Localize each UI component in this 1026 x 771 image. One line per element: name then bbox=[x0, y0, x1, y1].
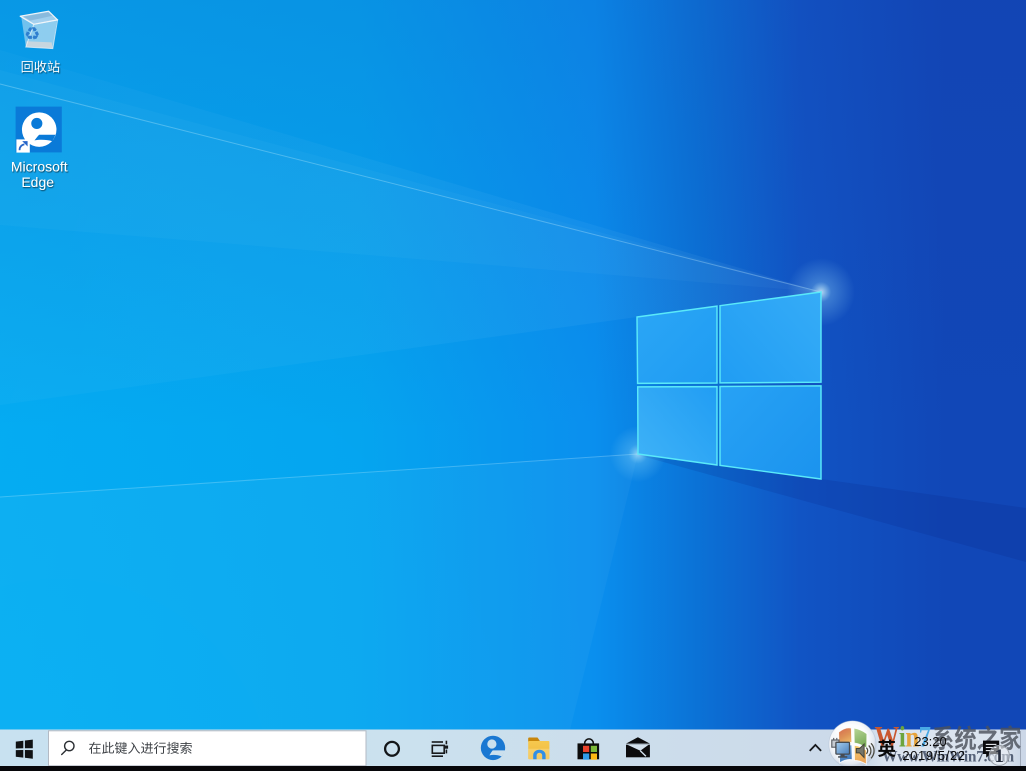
svg-text:23:20: 23:20 bbox=[914, 734, 947, 749]
svg-text:2019/5/22: 2019/5/22 bbox=[902, 748, 965, 763]
svg-text:Edge: Edge bbox=[21, 174, 54, 190]
svg-text:Microsoft: Microsoft bbox=[11, 158, 68, 174]
svg-text:1: 1 bbox=[995, 747, 1004, 767]
